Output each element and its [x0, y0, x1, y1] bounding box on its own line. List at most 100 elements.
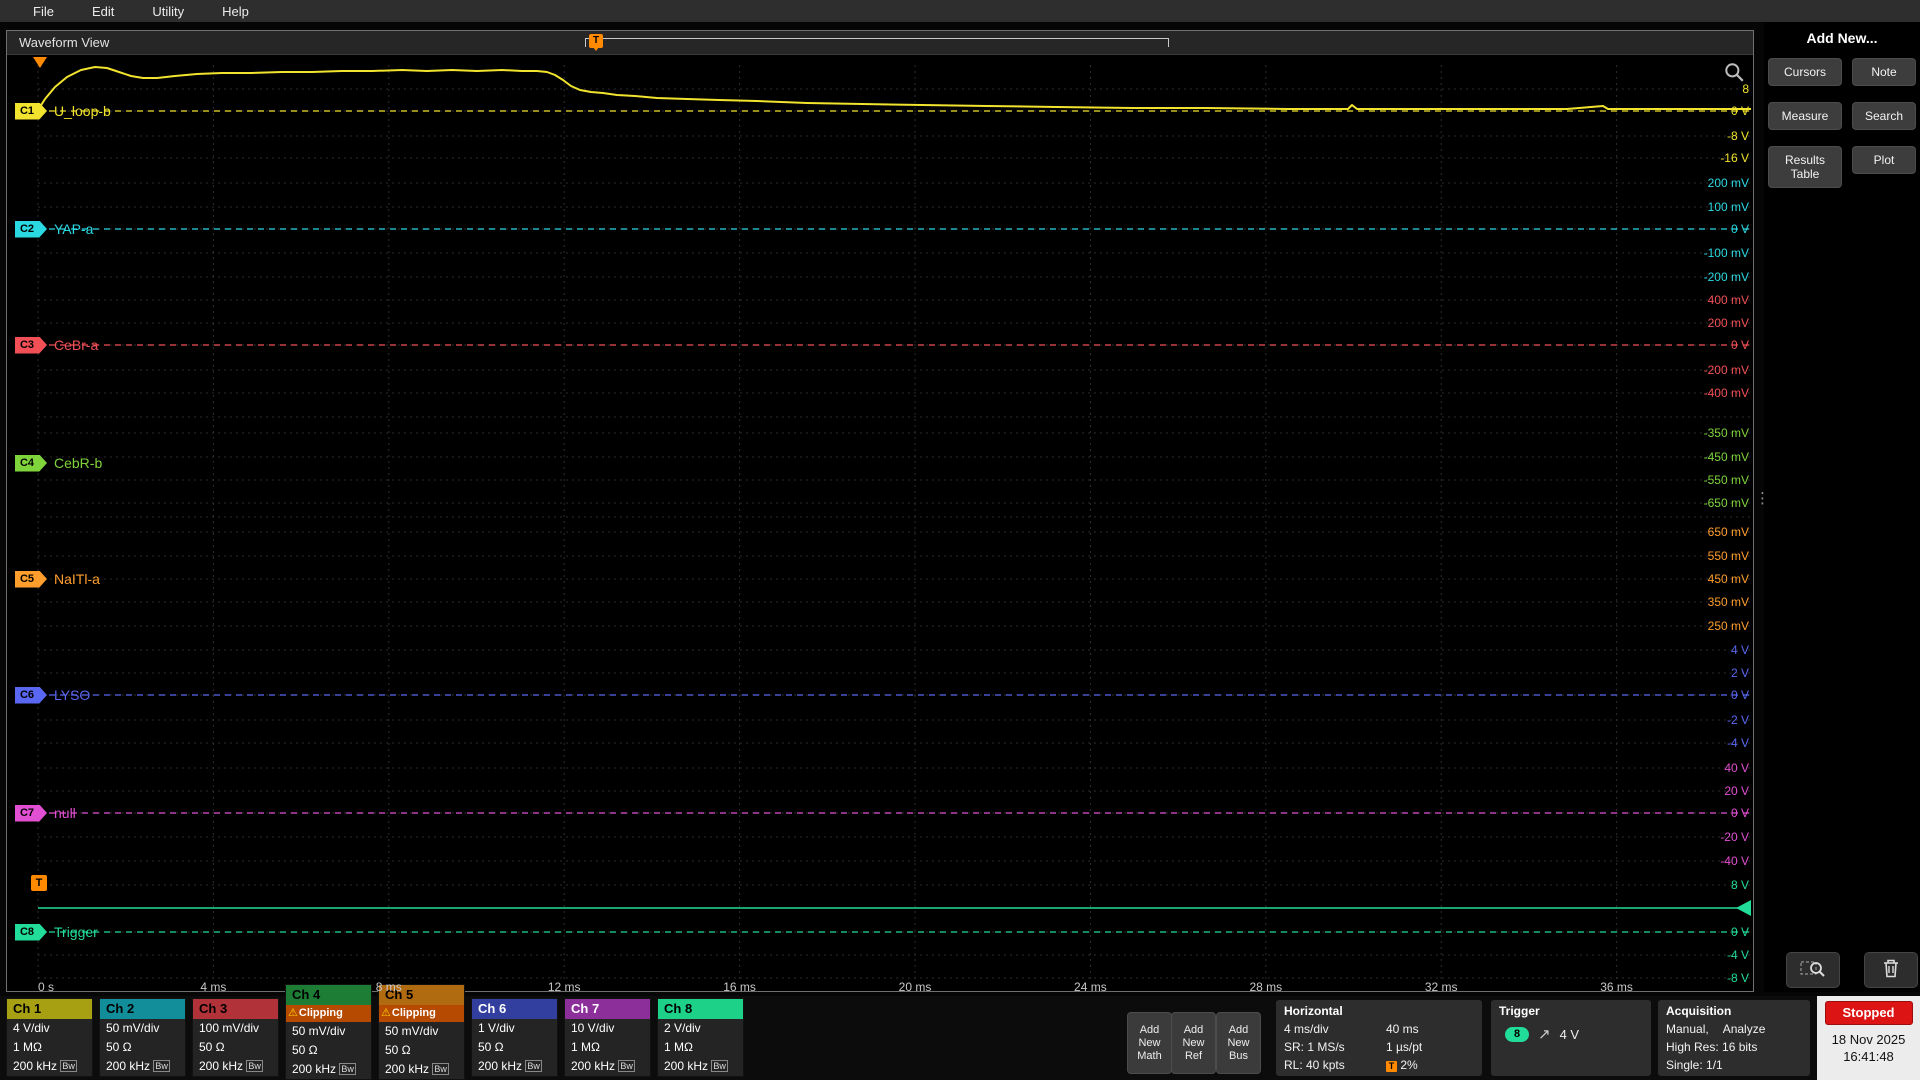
trigger-settings: 8 ↗ 4 V	[1491, 1019, 1651, 1043]
bandwidth-badge: Bw	[153, 1060, 170, 1072]
trigger-position: T 2%	[1386, 1056, 1482, 1074]
channel-badge-c3[interactable]: C3	[15, 337, 47, 354]
results-table-button[interactable]: Results Table	[1768, 146, 1842, 188]
channel-settings-ch3[interactable]: Ch 3100 mV/div50 Ω200 kHz Bw	[192, 998, 279, 1077]
trigger-panel[interactable]: Trigger 8 ↗ 4 V	[1491, 1000, 1651, 1076]
svg-text:200 mV: 200 mV	[1708, 176, 1749, 190]
sample-resolution: 1 µs/pt	[1386, 1038, 1482, 1056]
waveform-view-titlebar: Waveform View T	[7, 31, 1753, 55]
channel-badge-c6[interactable]: C6	[15, 687, 47, 704]
channel-settings-ch7[interactable]: Ch 710 V/div1 MΩ200 kHz Bw	[564, 998, 651, 1077]
delete-button[interactable]	[1864, 952, 1918, 988]
channel-tag-c2[interactable]: C2YAP-a	[15, 220, 93, 238]
horizontal-scale: 4 ms/div	[1284, 1020, 1386, 1038]
menu-edit[interactable]: Edit	[73, 4, 133, 19]
svg-text:28 ms: 28 ms	[1249, 980, 1282, 991]
magnifier-icon	[1800, 958, 1826, 983]
channel-name: CeBr-a	[54, 337, 98, 353]
channel-settings-ch4[interactable]: Ch 4⚠Clipping50 mV/div50 Ω200 kHz Bw	[285, 984, 372, 1080]
svg-text:400 mV: 400 mV	[1708, 293, 1749, 307]
warning-icon: ⚠	[288, 1007, 298, 1019]
zoom-mode-button[interactable]	[1786, 952, 1840, 988]
record-view-trigger-flag[interactable]: T	[589, 34, 603, 48]
pane-resize-handle[interactable]: ⋮	[1755, 494, 1763, 503]
svg-text:8 V: 8 V	[1731, 878, 1749, 892]
channel-badge-c7[interactable]: C7	[15, 805, 47, 822]
svg-text:-40 V: -40 V	[1720, 854, 1749, 868]
channel-setting: 50 mV/div	[379, 1022, 464, 1041]
view-tools	[1786, 952, 1918, 988]
channel-settings-ch6[interactable]: Ch 61 V/div50 Ω200 kHz Bw	[471, 998, 558, 1077]
svg-text:-8 V: -8 V	[1727, 971, 1749, 985]
menu-utility[interactable]: Utility	[133, 4, 203, 19]
channel-name: NaITl-a	[54, 571, 100, 587]
channel-settings-ch5[interactable]: Ch 5⚠Clipping50 mV/div50 Ω200 kHz Bw	[378, 984, 465, 1080]
horizontal-panel-title: Horizontal	[1276, 1000, 1482, 1019]
channel-tag-c3[interactable]: C3 CeBr-a	[15, 336, 98, 354]
svg-text:-400 mV: -400 mV	[1704, 386, 1749, 400]
svg-text:-100 mV: -100 mV	[1704, 246, 1749, 260]
channel-header-label: Ch 1	[7, 999, 92, 1019]
svg-text:0 V: 0 V	[1731, 925, 1749, 939]
channel-badge-c1[interactable]: C1	[15, 103, 47, 120]
bandwidth-badge: Bw	[432, 1063, 449, 1075]
menu-file[interactable]: File	[14, 4, 73, 19]
menu-help[interactable]: Help	[203, 4, 268, 19]
stopped-button[interactable]: Stopped	[1825, 1001, 1913, 1025]
channel-tag-c4[interactable]: C4CebR-b	[15, 454, 102, 472]
svg-text:0 s: 0 s	[38, 980, 54, 991]
svg-text:8 ms: 8 ms	[376, 980, 402, 991]
channel-tag-c1[interactable]: C1U_loop-b	[15, 102, 111, 120]
record-view-bracket[interactable]	[585, 38, 1169, 47]
channel-tag-c6[interactable]: C6LYSO	[15, 686, 90, 704]
channel-settings-ch2[interactable]: Ch 250 mV/div50 Ω200 kHz Bw	[99, 998, 186, 1077]
settings-bar: Ch 14 V/div1 MΩ200 kHz BwCh 250 mV/div50…	[0, 996, 1920, 1080]
svg-text:20 V: 20 V	[1724, 784, 1749, 798]
acquisition-panel[interactable]: Acquisition Manual,Analyze High Res: 16 …	[1658, 1000, 1810, 1076]
channel-setting: 1 V/div	[472, 1019, 557, 1038]
svg-text:2 V: 2 V	[1731, 666, 1749, 680]
add-new-math-button[interactable]: Add New Math	[1127, 1012, 1172, 1074]
note-button[interactable]: Note	[1852, 58, 1916, 86]
svg-text:650 mV: 650 mV	[1708, 525, 1749, 539]
measure-button[interactable]: Measure	[1768, 102, 1842, 130]
svg-text:-650 mV: -650 mV	[1704, 496, 1749, 510]
svg-text:200 mV: 200 mV	[1708, 316, 1749, 330]
scope-plot: 80 V-8 V-16 V200 mV100 mV0 V-100 mV-200 …	[7, 31, 1753, 991]
svg-text:16 ms: 16 ms	[723, 980, 756, 991]
ch1-trace	[38, 67, 1751, 110]
horizontal-panel[interactable]: Horizontal 4 ms/div 40 ms SR: 1 MS/s 1 µ…	[1276, 1000, 1482, 1076]
channel-badge-c4[interactable]: C4	[15, 455, 47, 472]
trigger-level-arrow[interactable]	[1736, 900, 1751, 916]
bandwidth-badge: Bw	[246, 1060, 263, 1072]
svg-text:4 ms: 4 ms	[200, 980, 226, 991]
svg-text:36 ms: 36 ms	[1600, 980, 1633, 991]
trigger-position-marker[interactable]	[33, 57, 47, 68]
channel-tag-c7[interactable]: C7null	[15, 804, 76, 822]
svg-text:-20 V: -20 V	[1720, 830, 1749, 844]
channel-badge-c2[interactable]: C2	[15, 221, 47, 238]
channel-settings-ch8[interactable]: Ch 82 V/div1 MΩ200 kHz Bw	[657, 998, 744, 1077]
add-new-bus-button[interactable]: Add New Bus	[1216, 1012, 1261, 1074]
channel-setting: 50 Ω	[100, 1038, 185, 1057]
channel-settings-ch1[interactable]: Ch 14 V/div1 MΩ200 kHz Bw	[6, 998, 93, 1077]
search-button[interactable]: Search	[1852, 102, 1916, 130]
channel-badge-c8[interactable]: C8	[15, 924, 47, 941]
channel-setting: 50 mV/div	[286, 1022, 371, 1041]
acquisition-mode: Manual,	[1666, 1022, 1709, 1036]
channel-header-label: Ch 7	[565, 999, 650, 1019]
channel-setting: 200 kHz Bw	[379, 1060, 464, 1079]
channel-tag-c8[interactable]: C8Trigger	[15, 923, 98, 941]
trigger-level-marker[interactable]: T	[31, 875, 47, 891]
channel-tag-c5[interactable]: C5 NaITl-a	[15, 570, 100, 588]
draw-a-box-zoom-icon[interactable]	[1723, 61, 1745, 88]
cursors-button[interactable]: Cursors	[1768, 58, 1842, 86]
acquisition-panel-title: Acquisition	[1658, 1000, 1810, 1019]
channel-badge-c5[interactable]: C5	[15, 571, 47, 588]
plot-button[interactable]: Plot	[1852, 146, 1916, 174]
channel-setting: 50 mV/div	[100, 1019, 185, 1038]
trigger-panel-title: Trigger	[1491, 1000, 1651, 1019]
channel-setting: 200 kHz Bw	[565, 1057, 650, 1076]
add-new-ref-button[interactable]: Add New Ref	[1171, 1012, 1216, 1074]
svg-text:-200 mV: -200 mV	[1704, 363, 1749, 377]
